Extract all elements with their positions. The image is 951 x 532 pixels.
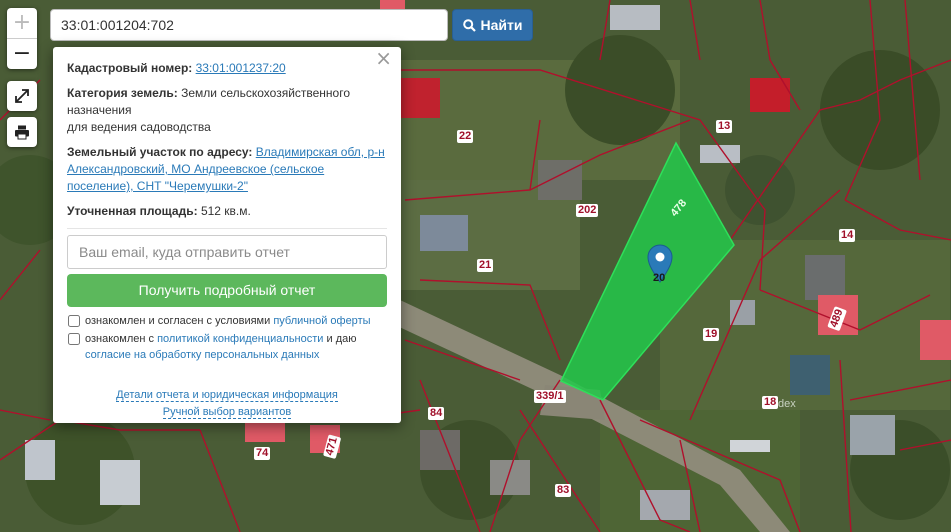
area-value: 512 кв.м. xyxy=(200,204,251,218)
tree-canopy xyxy=(565,35,675,145)
zoom-out-button[interactable]: − xyxy=(7,39,37,69)
address-row: Земельный участок по адресу: Владимирска… xyxy=(67,144,387,195)
printer-icon xyxy=(15,125,29,140)
report-details-link[interactable]: Детали отчета и юридическая информация xyxy=(116,389,338,402)
roof xyxy=(25,440,55,480)
roof xyxy=(610,5,660,30)
divider xyxy=(67,228,387,229)
roof xyxy=(790,355,830,395)
expand-icon xyxy=(15,89,29,103)
roof xyxy=(420,215,468,251)
offer-consent-label: ознакомлен и согласен с условиями публич… xyxy=(85,313,371,329)
parcel-label: 22 xyxy=(457,130,474,143)
get-report-button[interactable]: Получить подробный отчет xyxy=(67,274,387,307)
roof xyxy=(730,440,770,452)
parcel-label: 84 xyxy=(428,407,445,420)
privacy-consent-row: ознакомлен с политикой конфиденциальност… xyxy=(67,331,387,363)
map-watermark: dex xyxy=(778,398,796,410)
data-processing-consent-link[interactable]: согласие на обработку персональных данны… xyxy=(85,349,319,361)
search-icon xyxy=(462,18,476,32)
offer-consent-text: ознакомлен и согласен с условиями xyxy=(85,315,271,327)
tree-canopy xyxy=(820,50,940,170)
roof xyxy=(245,420,285,442)
parcel-label: 339/1 xyxy=(534,390,566,403)
parcel-label: 83 xyxy=(555,484,572,497)
land-category-row: Категория земель: Земли сельскохозяйстве… xyxy=(67,85,387,136)
parcel-label: 14 xyxy=(839,229,856,242)
parcel-label: 20 xyxy=(653,272,666,284)
privacy-consent-text: ознакомлен с xyxy=(85,333,155,345)
tree-canopy xyxy=(725,155,795,225)
roof xyxy=(420,430,460,470)
address-link[interactable]: Владимирская обл, р-н xyxy=(256,145,385,159)
cadastral-search-input[interactable] xyxy=(50,9,448,41)
address-link[interactable]: Александровский, МО Андреевское (сельско… xyxy=(67,162,324,176)
cadastral-number-link[interactable]: 33:01:001237:20 xyxy=(196,61,286,75)
roof xyxy=(920,320,951,360)
print-button[interactable] xyxy=(7,117,37,147)
parcel-info-popup: × Кадастровый номер: 33:01:001237:20 Кат… xyxy=(53,47,401,423)
public-offer-link[interactable]: публичной оферты xyxy=(273,315,370,327)
offer-consent-checkbox[interactable] xyxy=(68,315,80,327)
address-link[interactable]: поселение), СНТ "Черемушки-2" xyxy=(67,179,248,193)
email-field[interactable] xyxy=(67,235,387,269)
privacy-policy-link[interactable]: политикой конфиденциальности xyxy=(157,333,323,345)
offer-consent-row: ознакомлен и согласен с условиями публич… xyxy=(67,313,387,329)
roof xyxy=(538,160,582,200)
privacy-consent-checkbox[interactable] xyxy=(68,333,80,345)
manual-selection-link[interactable]: Ручной выбор вариантов xyxy=(162,406,292,419)
land-category-value: назначения xyxy=(67,103,132,117)
land-category-label: Категория земель: xyxy=(67,86,178,100)
search-button-label: Найти xyxy=(480,17,523,33)
area-row: Уточненная площадь: 512 кв.м. xyxy=(67,203,387,220)
privacy-consent-mid: и даю xyxy=(326,333,357,345)
roof xyxy=(490,460,530,495)
parcel-label: 13 xyxy=(716,120,733,133)
close-icon[interactable]: × xyxy=(375,48,392,68)
search-button[interactable]: Найти xyxy=(452,9,533,41)
roof xyxy=(400,78,440,118)
land-use-value: для ведения садоводства xyxy=(67,120,211,134)
address-label: Земельный участок по адресу: xyxy=(67,145,253,159)
zoom-in-button[interactable]: + xyxy=(7,8,37,39)
area-label: Уточненная площадь: xyxy=(67,204,198,218)
roof xyxy=(850,415,895,455)
land-category-value: Земли сельскохозяйственного xyxy=(181,86,351,100)
cadastral-number-row: Кадастровый номер: 33:01:001237:20 xyxy=(67,60,387,77)
roof xyxy=(805,255,845,300)
popup-footer-links: Детали отчета и юридическая информация Р… xyxy=(67,387,387,421)
parcel-label: 202 xyxy=(576,204,599,217)
parcel-label: 21 xyxy=(477,259,494,272)
parcel-label: 18 xyxy=(762,396,779,409)
cadastral-number-label: Кадастровый номер: xyxy=(67,61,193,75)
roof xyxy=(100,460,140,505)
parcel-label: 19 xyxy=(703,328,720,341)
zoom-control: + − xyxy=(7,8,37,69)
fullscreen-button[interactable] xyxy=(7,81,37,111)
parcel-label: 74 xyxy=(254,447,271,460)
privacy-consent-label: ознакомлен с политикой конфиденциальност… xyxy=(85,331,357,363)
